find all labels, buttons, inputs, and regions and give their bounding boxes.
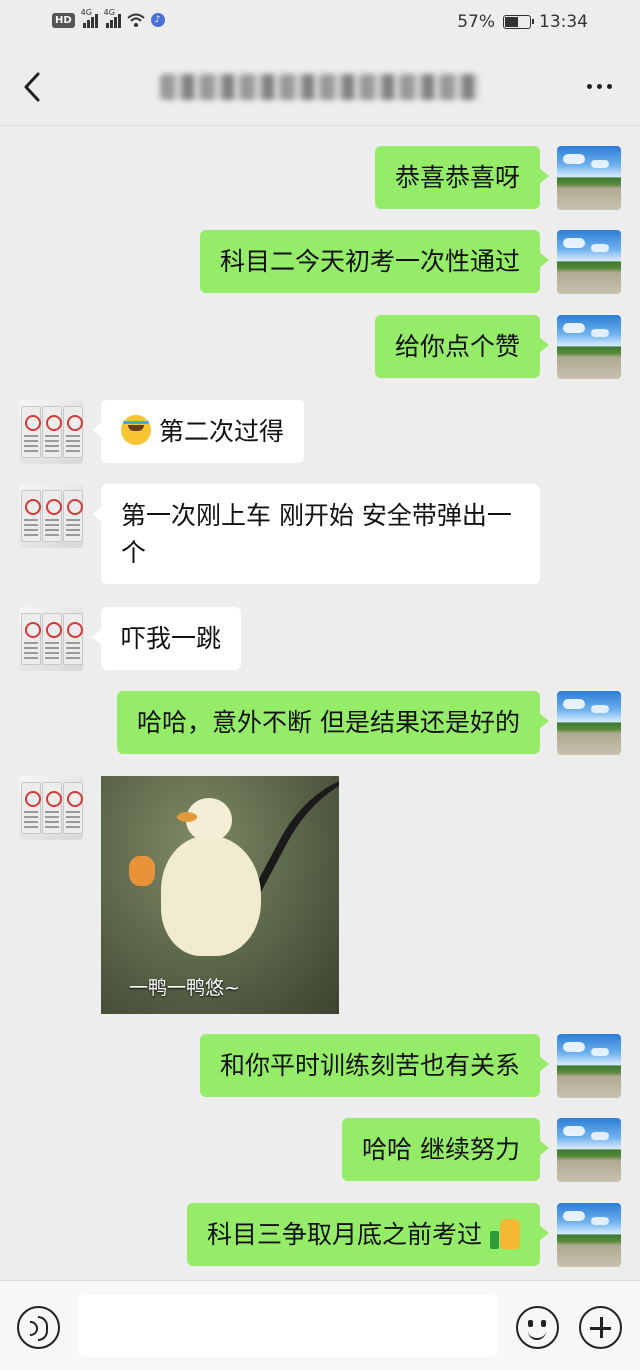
duck-sticker-image[interactable]: 一鸭一鸭悠~ — [101, 776, 339, 1014]
message-text: 科目三争取月底之前考过 — [206, 1220, 482, 1249]
message-text: 吓我一跳 — [121, 624, 222, 653]
message-row: 恭喜恭喜呀 — [0, 146, 640, 212]
wifi-icon — [127, 13, 145, 27]
my-avatar[interactable] — [557, 230, 621, 294]
contact-avatar[interactable] — [19, 484, 83, 548]
music-icon: ♪ — [150, 13, 165, 27]
message-row: 一鸭一鸭悠~ — [0, 776, 640, 1016]
message-text: 恭喜恭喜呀 — [394, 163, 520, 192]
crying-laughing-emoji-icon — [121, 415, 151, 445]
message-bubble-sent[interactable]: 科目三争取月底之前考过 — [186, 1203, 550, 1266]
message-bubble-sent[interactable]: 哈哈，意外不断 但是结果还是好的 — [117, 691, 549, 754]
my-avatar[interactable] — [557, 315, 621, 379]
my-avatar[interactable] — [557, 146, 621, 210]
message-text: 哈哈 继续努力 — [362, 1135, 520, 1164]
message-bubble-sent[interactable]: 给你点个赞 — [374, 315, 550, 378]
message-text: 第二次过得 — [159, 417, 285, 446]
message-row: 第二次过得 — [0, 400, 640, 466]
my-avatar[interactable] — [557, 691, 621, 755]
my-avatar[interactable] — [557, 1034, 621, 1098]
chevron-left-icon[interactable] — [18, 70, 48, 104]
message-bubble-received[interactable]: 第一次刚上车 刚开始 安全带弹出一个 — [92, 484, 540, 584]
message-text: 和你平时训练刻苦也有关系 — [219, 1051, 520, 1080]
contact-avatar[interactable] — [19, 776, 83, 840]
plus-circle-icon[interactable] — [579, 1306, 622, 1349]
message-row: 吓我一跳 — [0, 607, 640, 673]
status-right: 57% 13:34 — [457, 12, 588, 32]
message-bubble-sent[interactable]: 恭喜恭喜呀 — [374, 146, 550, 209]
sticker-caption: 一鸭一鸭悠~ — [129, 977, 240, 999]
message-bubble-sent[interactable]: 和你平时训练刻苦也有关系 — [199, 1034, 550, 1097]
contact-avatar[interactable] — [19, 607, 83, 671]
message-row: 第一次刚上车 刚开始 安全带弹出一个 — [0, 484, 640, 588]
signal-icon-sim1: 4G — [81, 8, 98, 28]
message-bubble-received[interactable]: 吓我一跳 — [91, 607, 242, 670]
my-avatar[interactable] — [557, 1118, 621, 1182]
thumbs-up-emoji-icon — [490, 1219, 520, 1249]
message-row: 哈哈 继续努力 — [0, 1118, 640, 1184]
message-bubble-sent[interactable]: 科目二今天初考一次性通过 — [199, 230, 550, 293]
my-avatar[interactable] — [557, 1203, 621, 1267]
clock: 13:34 — [539, 12, 588, 32]
message-bubble-sent[interactable]: 哈哈 继续努力 — [342, 1118, 549, 1181]
message-text: 哈哈，意外不断 但是结果还是好的 — [137, 708, 520, 737]
message-row: 科目二今天初考一次性通过 — [0, 230, 640, 296]
input-bar — [0, 1280, 640, 1370]
contact-avatar[interactable] — [19, 400, 83, 464]
voice-icon[interactable] — [17, 1306, 60, 1349]
message-row: 科目三争取月底之前考过 — [0, 1203, 640, 1269]
message-text: 科目二今天初考一次性通过 — [219, 247, 520, 276]
status-left: HD 4G 4G ♪ — [52, 8, 165, 28]
more-dots-icon[interactable] — [587, 84, 612, 89]
message-text: 第一次刚上车 刚开始 安全带弹出一个 — [121, 501, 512, 567]
chat-area[interactable]: 恭喜恭喜呀 科目二今天初考一次性通过 给你点个赞 第二次过得 第一次刚上车 刚开… — [0, 126, 640, 1276]
battery-fill — [505, 17, 519, 27]
battery-icon — [503, 15, 534, 29]
battery-percent: 57% — [457, 12, 495, 32]
signal-icon-sim2: 4G — [104, 8, 121, 28]
chat-header — [0, 48, 640, 126]
message-input[interactable] — [78, 1295, 498, 1357]
message-row: 给你点个赞 — [0, 315, 640, 381]
message-row: 哈哈，意外不断 但是结果还是好的 — [0, 691, 640, 757]
smiley-icon[interactable] — [516, 1306, 559, 1349]
status-bar: HD 4G 4G ♪ 57% 13:34 — [0, 0, 640, 48]
chat-title — [160, 74, 480, 100]
hd-badge: HD — [52, 12, 75, 28]
message-text: 给你点个赞 — [394, 332, 520, 361]
sim2-network-label: 4G — [103, 8, 115, 17]
message-bubble-received[interactable]: 第二次过得 — [91, 400, 305, 463]
message-row: 和你平时训练刻苦也有关系 — [0, 1034, 640, 1100]
sim1-network-label: 4G — [80, 8, 92, 17]
